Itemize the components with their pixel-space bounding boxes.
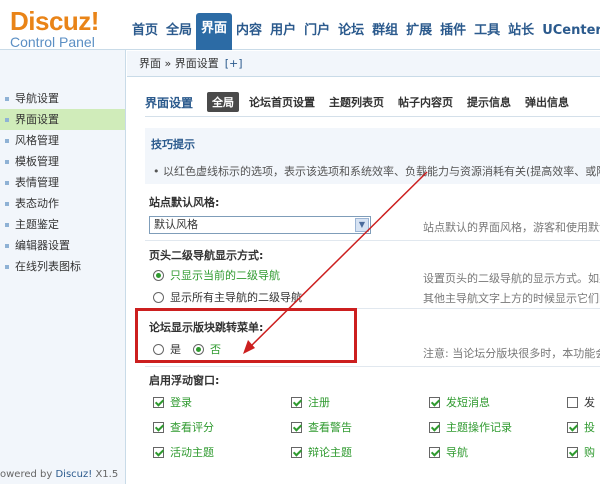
top-nav-extend[interactable]: 扩展 [402, 18, 436, 50]
top-nav-plugins[interactable]: 插件 [436, 18, 470, 50]
bullet-icon [5, 244, 9, 248]
annotation-arrow-line [248, 171, 428, 349]
top-nav-content[interactable]: 内容 [232, 18, 266, 50]
sidebar-item-online-icons[interactable]: 在线列表图标 [0, 256, 125, 277]
powered-by-link[interactable]: Discuz! [55, 469, 92, 480]
top-nav-home[interactable]: 首页 [128, 18, 162, 50]
sidebar-item-interface-settings[interactable]: 界面设置 [0, 109, 125, 130]
logo-subtitle: Control Panel [10, 34, 95, 50]
bullet-icon [5, 181, 9, 185]
top-nav-admin[interactable]: 站长 [504, 18, 538, 50]
bullet-icon [5, 202, 9, 206]
bullet-icon [5, 118, 9, 122]
header: Discuz! Control Panel 首页 全局 界面 内容 用户 门户 … [0, 0, 600, 50]
add-shortcut-button[interactable]: [+] [225, 57, 243, 70]
annotation-arrow-head [243, 340, 255, 354]
bullet-icon [5, 160, 9, 164]
top-nav-users[interactable]: 用户 [266, 18, 300, 50]
top-nav-tools[interactable]: 工具 [470, 18, 504, 50]
logo: Discuz! Control Panel [10, 8, 99, 50]
top-nav-interface[interactable]: 界面 [196, 13, 233, 50]
breadcrumb-text: 界面 » 界面设置 [139, 57, 219, 70]
sidebar-item-templates[interactable]: 模板管理 [0, 151, 125, 172]
top-nav-ucenter[interactable]: UCenter [538, 18, 600, 50]
annotation-arrow [243, 171, 428, 354]
bullet-icon [5, 97, 9, 101]
top-navigation: 首页 全局 界面 内容 用户 门户 论坛 群组 扩展 插件 工具 站长 UCen… [128, 13, 600, 50]
top-nav-groups[interactable]: 群组 [368, 18, 402, 50]
top-nav-forum[interactable]: 论坛 [334, 18, 368, 50]
sidebar-item-navigation[interactable]: 导航设置 [0, 88, 125, 109]
breadcrumb: 界面 » 界面设置 [+] [127, 51, 600, 77]
sidebar-item-click-actions[interactable]: 表态动作 [0, 193, 125, 214]
sidebar-item-styles[interactable]: 风格管理 [0, 130, 125, 151]
logo-brand: Discuz! [10, 6, 99, 36]
sidebar-item-editor[interactable]: 编辑器设置 [0, 235, 125, 256]
top-nav-portal[interactable]: 门户 [300, 18, 334, 50]
main-content: 界面设置 全局 论坛首页设置 主题列表页 帖子内容页 提示信息 弹出信息 技巧提… [127, 78, 600, 484]
bullet-icon [5, 265, 9, 269]
bullet-icon [5, 139, 9, 143]
bullet-icon [5, 223, 9, 227]
sidebar-item-smilies[interactable]: 表情管理 [0, 172, 125, 193]
sidebar: 导航设置 界面设置 风格管理 模板管理 表情管理 表态动作 主题鉴定 编辑器设置… [0, 50, 126, 484]
top-nav-global[interactable]: 全局 [162, 18, 196, 50]
sidebar-item-thread-stamps[interactable]: 主题鉴定 [0, 214, 125, 235]
powered-by: owered by Discuz! X1.5 [0, 469, 119, 480]
